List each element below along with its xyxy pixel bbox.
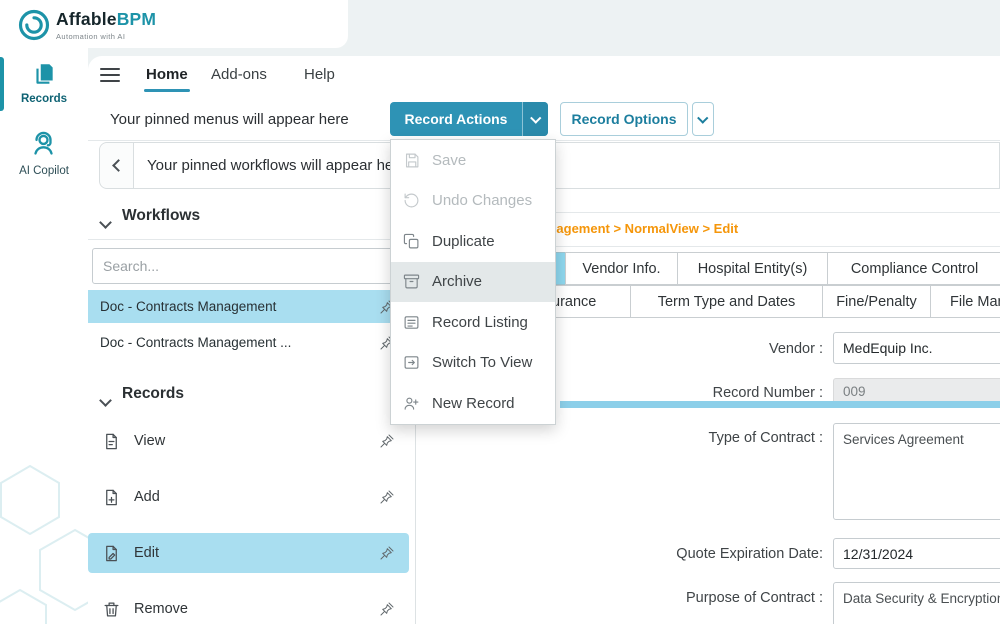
ai-copilot-icon xyxy=(28,127,59,158)
hamburger-menu-icon[interactable] xyxy=(100,68,120,82)
sidebar-records-label: Records xyxy=(0,93,88,105)
brand-text: AffableBPM Automation with AI xyxy=(56,9,156,41)
menu-item-label: Switch To View xyxy=(432,354,532,371)
vendor-label: Vendor : xyxy=(513,341,823,357)
records-item-edit[interactable]: Edit xyxy=(88,533,409,573)
tab-term-type-dates[interactable]: Term Type and Dates xyxy=(630,285,823,318)
workflow-list-item[interactable]: Doc - Contracts Management ... xyxy=(88,326,409,359)
workflow-item-label: Doc - Contracts Management xyxy=(100,299,276,314)
workflows-header-divider xyxy=(88,239,415,240)
add-record-icon xyxy=(102,488,121,507)
brand-name-secondary: BPM xyxy=(117,9,157,30)
tab-help[interactable]: Help xyxy=(304,66,335,83)
records-files-icon xyxy=(31,61,57,87)
menu-item-label: New Record xyxy=(432,395,515,412)
menu-item-label: Save xyxy=(432,152,466,169)
menu-item-new-record[interactable]: New Record xyxy=(391,383,555,424)
tab-vendor-info[interactable]: Vendor Info. xyxy=(565,252,678,285)
pinned-workflows-placeholder: Your pinned workflows will appear here xyxy=(147,157,407,174)
purpose-label: Purpose of Contract : xyxy=(513,590,823,606)
sidebar-item-ai-copilot[interactable]: AI Copilot xyxy=(0,124,88,186)
record-listing-icon xyxy=(403,314,420,331)
workflow-item-label: Doc - Contracts Management ... xyxy=(100,335,291,350)
tab-file-management[interactable]: File Management xyxy=(930,285,1000,318)
menu-item-switch-to-view[interactable]: Switch To View xyxy=(391,343,555,384)
brand-name-primary: Affable xyxy=(56,9,117,30)
record-actions-dropdown-toggle[interactable] xyxy=(523,102,548,136)
quote-date-label: Quote Expiration Date: xyxy=(513,546,823,562)
tab-fine-penalty[interactable]: Fine/Penalty xyxy=(822,285,931,318)
menu-item-label: Duplicate xyxy=(432,233,495,250)
records-item-remove[interactable]: Remove xyxy=(88,589,409,624)
menu-item-label: Record Listing xyxy=(432,314,528,331)
collapse-left-button[interactable] xyxy=(100,143,134,188)
menu-item-archive[interactable]: Archive xyxy=(391,262,555,303)
contract-type-label: Type of Contract : xyxy=(513,430,823,446)
menu-item-duplicate[interactable]: Duplicate xyxy=(391,221,555,262)
brand-logo-icon xyxy=(16,7,52,43)
pin-icon[interactable] xyxy=(379,545,395,561)
search-box xyxy=(92,248,408,284)
menu-item-save: Save xyxy=(391,140,555,181)
quote-date-field[interactable] xyxy=(833,538,1000,569)
trash-icon xyxy=(102,600,121,619)
menu-item-undo-changes: Undo Changes xyxy=(391,181,555,222)
archive-icon xyxy=(403,273,420,290)
chevron-down-icon xyxy=(99,216,112,229)
workflow-list-item[interactable]: Doc - Contracts Management xyxy=(88,290,409,323)
tab-home[interactable]: Home xyxy=(146,66,188,83)
app-header: AffableBPM Automation with AI xyxy=(0,0,348,48)
records-item-view[interactable]: View xyxy=(88,421,409,461)
chevron-down-icon xyxy=(530,112,541,123)
record-options-label: Record Options xyxy=(571,111,676,127)
record-actions-label: Record Actions xyxy=(390,102,522,136)
record-number-label: Record Number : xyxy=(513,385,823,401)
records-item-label: Add xyxy=(134,489,379,505)
duplicate-icon xyxy=(403,233,420,250)
tab-hospital-entity[interactable]: Hospital Entity(s) xyxy=(677,252,828,285)
pin-icon[interactable] xyxy=(379,489,395,505)
records-item-label: View xyxy=(134,433,379,449)
pinned-menus-placeholder: Your pinned menus will appear here xyxy=(110,111,349,128)
records-item-label: Edit xyxy=(134,545,379,561)
purpose-field[interactable]: Data Security & Encryption xyxy=(833,582,1000,624)
sidebar-item-records[interactable]: Records xyxy=(0,56,88,114)
undo-icon xyxy=(403,192,420,209)
record-options-dropdown-toggle[interactable] xyxy=(692,102,714,136)
records-item-add[interactable]: Add xyxy=(88,477,409,517)
save-icon xyxy=(403,152,420,169)
pin-icon[interactable] xyxy=(379,601,395,617)
pin-icon[interactable] xyxy=(379,433,395,449)
record-actions-button[interactable]: Record Actions xyxy=(390,102,548,136)
records-section-title: Records xyxy=(122,385,184,403)
record-actions-menu: Save Undo Changes Duplicate Archive xyxy=(390,139,556,425)
sidebar-copilot-label: AI Copilot xyxy=(0,165,88,177)
contract-type-field[interactable]: Services Agreement xyxy=(833,423,1000,520)
chevron-left-icon xyxy=(112,159,125,172)
records-collapse-toggle[interactable] xyxy=(101,392,110,410)
menu-item-label: Archive xyxy=(432,273,482,290)
vendor-field[interactable] xyxy=(833,332,1000,364)
records-item-label: Remove xyxy=(134,601,379,617)
tab-compliance-control[interactable]: Compliance Control xyxy=(827,252,1000,285)
switch-to-view-icon xyxy=(403,354,420,371)
brand-tagline: Automation with AI xyxy=(56,32,156,41)
edit-record-icon xyxy=(102,544,121,563)
chevron-down-icon xyxy=(99,394,112,407)
section-progress-bar xyxy=(560,401,1000,408)
workflows-collapse-toggle[interactable] xyxy=(101,214,110,232)
record-options-button[interactable]: Record Options xyxy=(560,102,688,136)
search-input[interactable] xyxy=(92,248,408,284)
tab-add-ons[interactable]: Add-ons xyxy=(211,66,267,83)
chevron-down-icon xyxy=(698,112,709,123)
home-active-underline xyxy=(144,89,190,92)
app-root: AffableBPM Automation with AI Records AI… xyxy=(0,0,1000,624)
view-record-icon xyxy=(102,432,121,451)
workflows-section-title: Workflows xyxy=(122,207,200,225)
menu-item-label: Undo Changes xyxy=(432,192,532,209)
new-record-icon xyxy=(403,395,420,412)
menu-item-record-listing[interactable]: Record Listing xyxy=(391,302,555,343)
